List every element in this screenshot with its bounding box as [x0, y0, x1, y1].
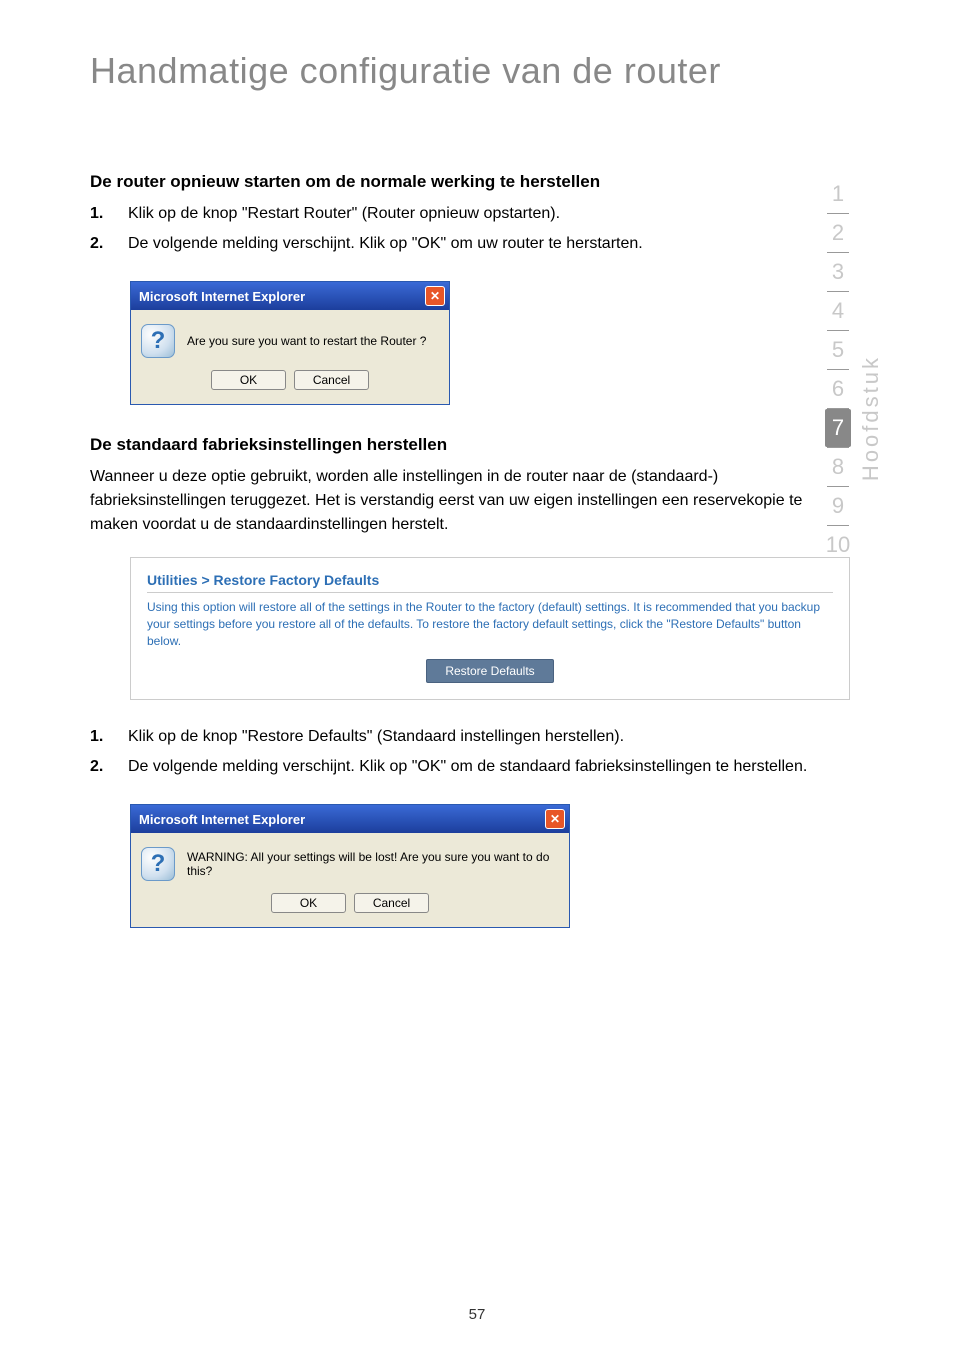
- close-icon[interactable]: ✕: [545, 809, 565, 829]
- section1-steps: 1.Klik op de knop "Restart Router" (Rout…: [90, 202, 824, 256]
- page-number: 57: [0, 1306, 954, 1323]
- dialog-message: WARNING: All your settings will be lost!…: [187, 850, 559, 878]
- list-item: 1.Klik op de knop "Restore Defaults" (St…: [90, 725, 824, 749]
- cancel-button[interactable]: Cancel: [294, 370, 369, 390]
- dialog-titlebar: Microsoft Internet Explorer ✕: [131, 282, 449, 310]
- dialog-buttons: OK Cancel: [131, 366, 449, 404]
- step-text: Klik op de knop "Restore Defaults" (Stan…: [128, 725, 824, 749]
- step-number: 2.: [90, 232, 128, 256]
- step-number: 1.: [90, 725, 128, 749]
- chapter-link-5[interactable]: 5: [832, 331, 844, 369]
- section3-steps: 1.Klik op de knop "Restore Defaults" (St…: [90, 725, 824, 779]
- question-icon: ?: [141, 324, 175, 358]
- list-item: 1.Klik op de knop "Restart Router" (Rout…: [90, 202, 824, 226]
- step-number: 1.: [90, 202, 128, 226]
- breadcrumb: Utilities > Restore Factory Defaults: [147, 572, 833, 588]
- chapter-link-10[interactable]: 10: [826, 526, 850, 564]
- main-content: De router opnieuw starten om de normale …: [0, 92, 954, 928]
- dialog-title: Microsoft Internet Explorer: [139, 289, 305, 304]
- ok-button[interactable]: OK: [271, 893, 346, 913]
- chapter-link-4[interactable]: 4: [832, 292, 844, 330]
- chapter-link-2[interactable]: 2: [832, 214, 844, 252]
- dialog-body: ? WARNING: All your settings will be los…: [131, 833, 569, 889]
- step-text: Klik op de knop "Restart Router" (Router…: [128, 202, 824, 226]
- chapter-link-9[interactable]: 9: [832, 487, 844, 525]
- ok-button[interactable]: OK: [211, 370, 286, 390]
- dialog-titlebar: Microsoft Internet Explorer ✕: [131, 805, 569, 833]
- page-title: Handmatige configuratie van de router: [0, 0, 954, 92]
- dialog-title: Microsoft Internet Explorer: [139, 812, 305, 827]
- panel-button-row: Restore Defaults: [147, 659, 833, 683]
- chapter-numbers: 1 2 3 4 5 6 7 8 9 10: [824, 175, 852, 564]
- dialog-window: Microsoft Internet Explorer ✕ ? WARNING:…: [130, 804, 570, 928]
- chapter-link-6[interactable]: 6: [832, 370, 844, 408]
- panel-description: Using this option will restore all of th…: [147, 592, 833, 649]
- restore-confirm-dialog-screenshot: Microsoft Internet Explorer ✕ ? WARNING:…: [130, 804, 824, 928]
- restart-dialog-screenshot: Microsoft Internet Explorer ✕ ? Are you …: [130, 281, 824, 405]
- chapter-sidenav: 1 2 3 4 5 6 7 8 9 10 Hoofdstuk: [824, 175, 884, 564]
- step-text: De volgende melding verschijnt. Klik op …: [128, 755, 824, 779]
- chapter-link-7-active[interactable]: 7: [825, 409, 851, 447]
- restore-defaults-button[interactable]: Restore Defaults: [426, 659, 553, 683]
- dialog-message: Are you sure you want to restart the Rou…: [187, 334, 426, 348]
- list-item: 2.De volgende melding verschijnt. Klik o…: [90, 232, 824, 256]
- step-number: 2.: [90, 755, 128, 779]
- chapter-link-8[interactable]: 8: [832, 448, 844, 486]
- dialog-window: Microsoft Internet Explorer ✕ ? Are you …: [130, 281, 450, 405]
- list-item: 2.De volgende melding verschijnt. Klik o…: [90, 755, 824, 779]
- chapter-link-1[interactable]: 1: [832, 175, 844, 213]
- close-icon[interactable]: ✕: [425, 286, 445, 306]
- sidenav-label: Hoofdstuk: [858, 355, 884, 481]
- step-text: De volgende melding verschijnt. Klik op …: [128, 232, 824, 256]
- section1-title: De router opnieuw starten om de normale …: [90, 172, 824, 192]
- section2-paragraph: Wanneer u deze optie gebruikt, worden al…: [90, 465, 824, 537]
- chapter-link-3[interactable]: 3: [832, 253, 844, 291]
- dialog-buttons: OK Cancel: [131, 889, 569, 927]
- question-icon: ?: [141, 847, 175, 881]
- dialog-body: ? Are you sure you want to restart the R…: [131, 310, 449, 366]
- section2-title: De standaard fabrieksinstellingen herste…: [90, 435, 824, 455]
- cancel-button[interactable]: Cancel: [354, 893, 429, 913]
- restore-defaults-panel: Utilities > Restore Factory Defaults Usi…: [130, 557, 850, 700]
